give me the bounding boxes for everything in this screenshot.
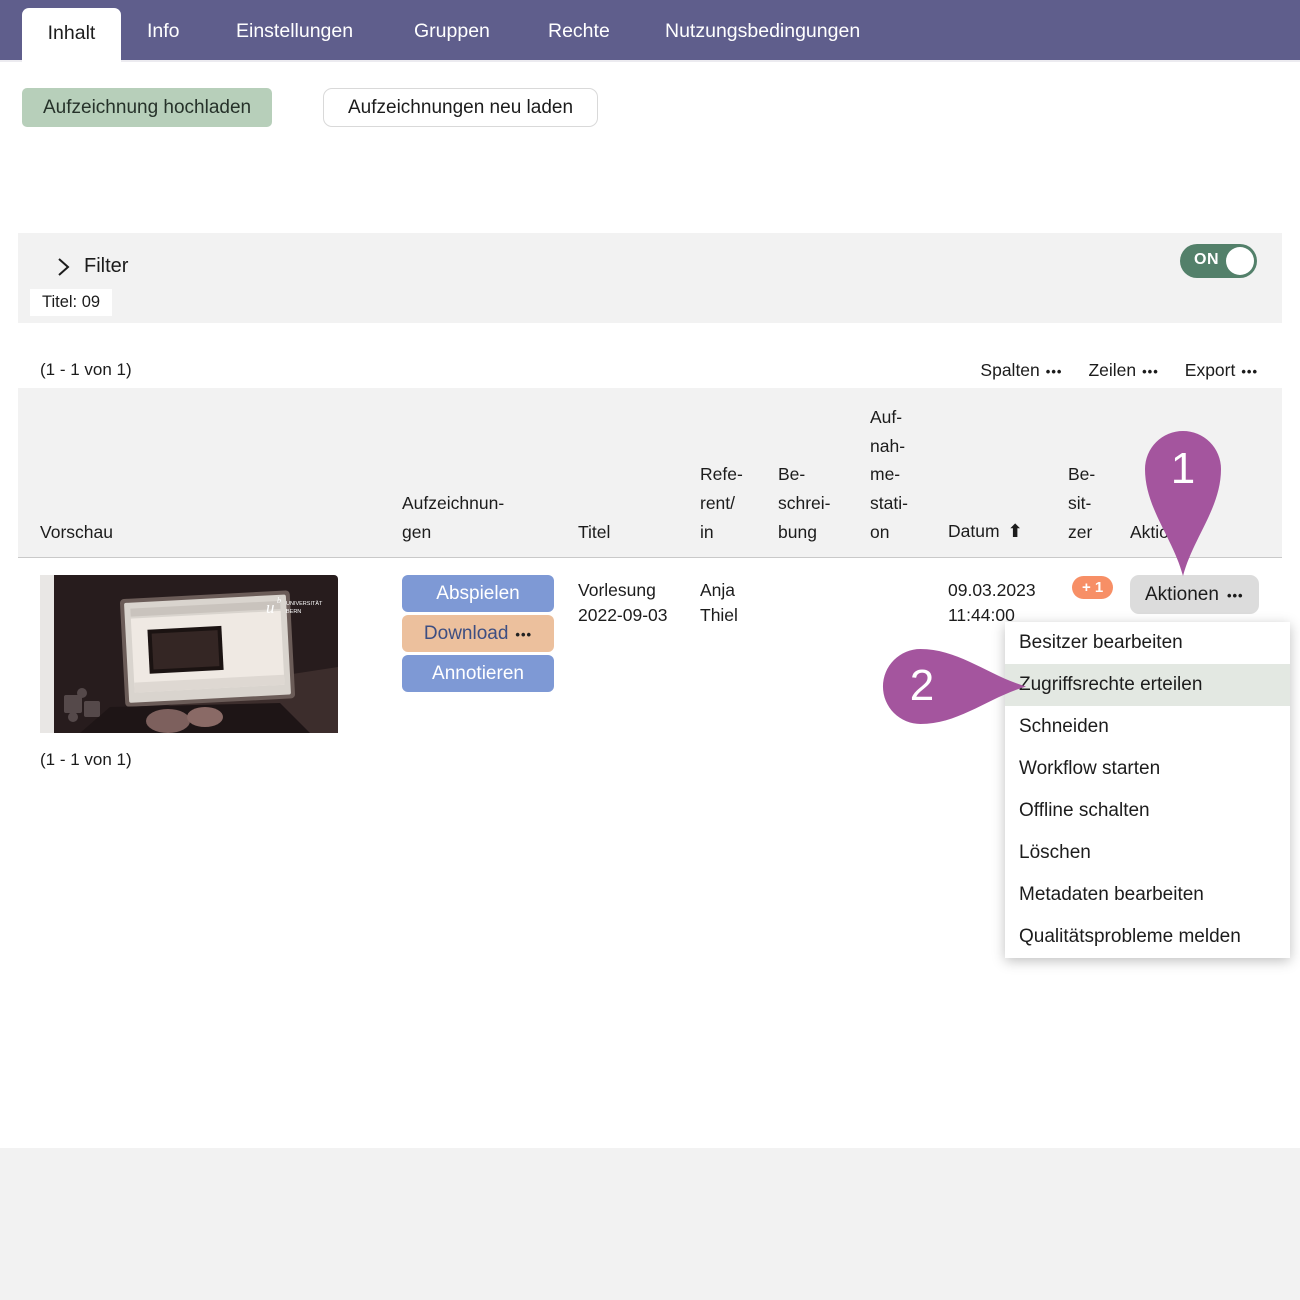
footer-area	[0, 1148, 1300, 1300]
download-label: Download	[424, 623, 509, 645]
toggle-on-label: ON	[1194, 251, 1219, 269]
menu-item-besitzer-bearbeiten[interactable]: Besitzer bearbeiten	[1005, 622, 1290, 664]
more-dots-icon: •••	[1046, 364, 1063, 379]
annotate-button[interactable]: Annotieren	[402, 655, 554, 692]
reload-recordings-button[interactable]: Aufzeichnungen neu laden	[323, 88, 598, 127]
annotation-pin-2: 2	[880, 647, 1028, 726]
svg-text:b: b	[277, 596, 281, 605]
column-header-beschreibung[interactable]: Be- schrei- bung	[778, 460, 831, 547]
menu-item-workflow-starten[interactable]: Workflow starten	[1005, 748, 1290, 790]
actions-label: Aktionen	[1145, 584, 1219, 606]
tab-einstellungen[interactable]: Einstellungen	[236, 0, 353, 62]
svg-text:u: u	[266, 598, 275, 617]
export-label: Export	[1185, 360, 1236, 381]
play-label: Abspielen	[436, 583, 519, 605]
filter-expander[interactable]: Filter	[57, 255, 128, 278]
columns-menu-button[interactable]: Spalten •••	[980, 360, 1062, 381]
cell-referent: Anja Thiel	[700, 578, 738, 629]
download-button[interactable]: Download •••	[402, 615, 554, 652]
column-header-besitzer[interactable]: Be- sit- zer	[1068, 460, 1095, 547]
upload-recording-button[interactable]: Aufzeichnung hochladen	[22, 88, 272, 127]
annotation-step-number: 1	[1143, 444, 1223, 494]
export-menu-button[interactable]: Export •••	[1185, 360, 1258, 381]
annotation-step-number: 2	[882, 661, 962, 711]
svg-text:UNIVERSITÄT: UNIVERSITÄT	[286, 600, 323, 607]
toggle-knob	[1226, 247, 1254, 275]
menu-item-zugriffsrechte-erteilen[interactable]: Zugriffsrechte erteilen	[1005, 664, 1290, 706]
filter-panel: Filter ON Titel: 09	[18, 233, 1282, 323]
recording-buttons: Abspielen Download ••• Annotieren	[402, 575, 554, 695]
more-dots-icon: •••	[515, 627, 532, 642]
play-button[interactable]: Abspielen	[402, 575, 554, 612]
svg-text:BERN: BERN	[286, 609, 301, 615]
column-header-aufzeichnungen[interactable]: Aufzeichnun- gen	[402, 489, 504, 547]
menu-item-metadaten-bearbeiten[interactable]: Metadaten bearbeiten	[1005, 874, 1290, 916]
filter-label: Filter	[84, 255, 128, 278]
menu-item-loeschen[interactable]: Löschen	[1005, 832, 1290, 874]
menu-item-offline-schalten[interactable]: Offline schalten	[1005, 790, 1290, 832]
top-nav-bar: Inhalt Info Einstellungen Gruppen Rechte…	[0, 0, 1300, 62]
owner-count-badge[interactable]: + 1	[1072, 576, 1113, 599]
filter-on-toggle[interactable]: ON	[1180, 244, 1257, 278]
more-dots-icon: •••	[1227, 588, 1244, 603]
menu-item-schneiden[interactable]: Schneiden	[1005, 706, 1290, 748]
rows-label: Zeilen	[1088, 360, 1136, 381]
more-dots-icon: •••	[1142, 364, 1159, 379]
filter-chip-titel[interactable]: Titel: 09	[30, 289, 112, 316]
annotate-label: Annotieren	[432, 663, 524, 685]
column-header-aufnahmestation[interactable]: Auf- nah- me- stati- on	[870, 403, 908, 547]
table-tools: Spalten ••• Zeilen ••• Export •••	[980, 360, 1258, 381]
row-actions-button[interactable]: Aktionen •••	[1130, 575, 1259, 614]
column-header-referent[interactable]: Refe- rent/ in	[700, 460, 743, 547]
result-count-bottom: (1 - 1 von 1)	[40, 750, 132, 770]
annotation-pin-1: 1	[1143, 428, 1223, 578]
datum-label: Datum	[948, 521, 1000, 541]
cell-titel: Vorlesung 2022-09-03	[578, 578, 668, 629]
tab-nutzungsbedingungen[interactable]: Nutzungsbedingungen	[665, 0, 860, 62]
column-header-titel[interactable]: Titel	[578, 518, 610, 547]
more-dots-icon: •••	[1241, 364, 1258, 379]
recording-thumbnail[interactable]: u b UNIVERSITÄT BERN	[40, 575, 338, 733]
actions-dropdown-menu: Besitzer bearbeiten Zugriffsrechte ertei…	[1005, 622, 1290, 958]
tab-rechte[interactable]: Rechte	[548, 0, 610, 62]
table-header: Vorschau Aufzeichnun- gen Titel Refe- re…	[18, 388, 1282, 558]
sort-ascending-icon: ⬆	[1008, 521, 1023, 541]
column-header-datum[interactable]: Datum ⬆	[948, 517, 1023, 547]
result-count-top: (1 - 1 von 1)	[40, 360, 132, 380]
rows-menu-button[interactable]: Zeilen •••	[1088, 360, 1158, 381]
tab-inhalt[interactable]: Inhalt	[22, 8, 121, 64]
tab-gruppen[interactable]: Gruppen	[414, 0, 490, 62]
chevron-right-icon	[57, 257, 70, 277]
tab-info[interactable]: Info	[147, 0, 180, 62]
menu-item-qualitaetsprobleme-melden[interactable]: Qualitätsprobleme melden	[1005, 916, 1290, 958]
columns-label: Spalten	[980, 360, 1039, 381]
column-header-vorschau[interactable]: Vorschau	[40, 518, 113, 547]
